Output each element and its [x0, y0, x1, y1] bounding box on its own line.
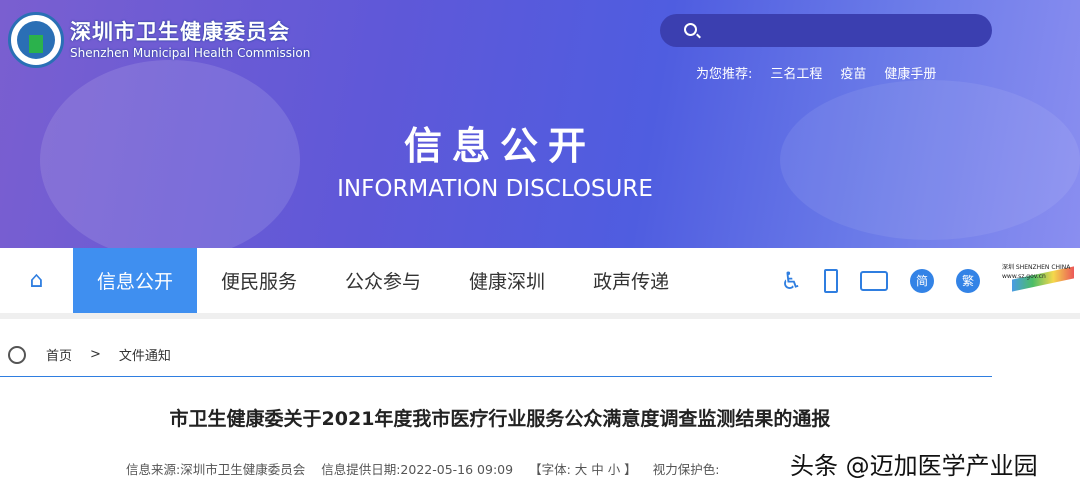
banner-title-en: INFORMATION DISCLOSURE: [337, 176, 653, 202]
nav-item-services[interactable]: 便民服务: [197, 248, 321, 313]
nav-item-info[interactable]: 信息公开: [73, 248, 198, 313]
search-icon[interactable]: [684, 23, 697, 36]
article-date: 信息提供日期:2022-05-16 09:09: [321, 462, 514, 477]
breadcrumb-current[interactable]: 文件通知: [119, 345, 171, 364]
org-name-en: Shenzhen Municipal Health Commission: [70, 46, 311, 60]
recommend-bar: 为您推荐: 三名工程 疫苗 健康手册: [696, 63, 936, 82]
divider: [0, 313, 1080, 319]
nav-item-participation[interactable]: 公众参与: [321, 248, 445, 313]
nav-item-voice[interactable]: 政声传递: [569, 248, 693, 313]
accessibility-icon[interactable]: ♿: [780, 267, 802, 295]
article-meta: 信息来源:深圳市卫生健康委员会 信息提供日期:2022-05-16 09:09 …: [126, 459, 719, 478]
statistics-icon[interactable]: [860, 270, 888, 291]
org-name-cn: 深圳市卫生健康委员会: [70, 20, 290, 44]
nav-item-health-sz[interactable]: 健康深圳: [445, 248, 569, 313]
main-nav: ⌂ 信息公开 便民服务 公众参与 健康深圳 政声传递 ♿ 简 繁 深圳 SHEN…: [0, 248, 1080, 313]
article-title: 市卫生健康委关于2021年度我市医疗行业服务公众满意度调查监测结果的通报: [169, 408, 831, 430]
eye-protection-label: 视力保护色:: [652, 462, 720, 477]
recommend-link[interactable]: 三名工程: [770, 63, 822, 82]
logo[interactable]: [8, 12, 64, 68]
article-source: 信息来源:深圳市卫生健康委员会: [126, 462, 306, 477]
divider: [0, 376, 992, 377]
watermark: 头条 @迈加医学产业园: [790, 452, 1038, 480]
mobile-icon[interactable]: [824, 268, 838, 293]
recommend-link[interactable]: 疫苗: [840, 63, 866, 82]
home-icon[interactable]: ⌂: [0, 248, 73, 313]
banner-title-cn: 信息公开: [403, 124, 596, 168]
recommend-label: 为您推荐:: [696, 67, 753, 82]
location-icon: [8, 345, 26, 364]
simplified-chinese-button[interactable]: 简: [910, 268, 934, 293]
search-input[interactable]: [660, 14, 992, 47]
shenzhen-gov-logo[interactable]: 深圳 SHENZHEN CHINA www.sz.gov.cn: [1002, 261, 1074, 301]
breadcrumb-separator: >: [90, 347, 101, 362]
banner: 深圳市卫生健康委员会 Shenzhen Municipal Health Com…: [0, 0, 1080, 248]
breadcrumb-home[interactable]: 首页: [46, 345, 72, 364]
recommend-link[interactable]: 健康手册: [884, 63, 936, 82]
traditional-chinese-button[interactable]: 繁: [956, 268, 980, 293]
breadcrumb: 首页 > 文件通知: [8, 345, 171, 364]
shenzhen-gov-logo-text: 深圳 SHENZHEN CHINA www.sz.gov.cn: [1002, 263, 1071, 280]
font-size-control[interactable]: 【字体: 大 中 小 】: [529, 459, 637, 478]
